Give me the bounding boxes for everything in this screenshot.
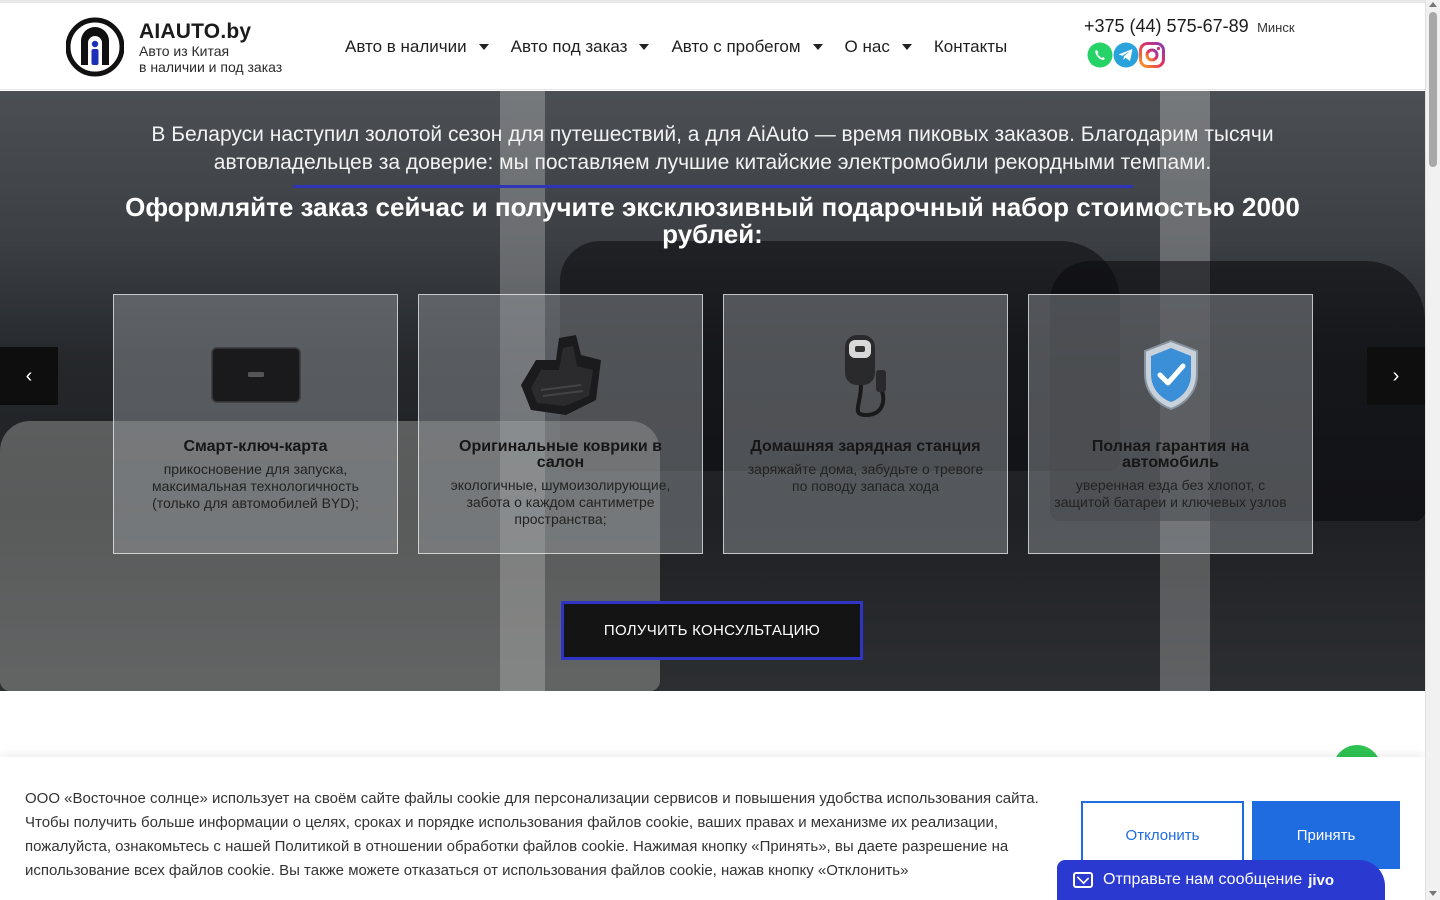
nav-item-label: О нас [844,37,890,56]
instagram-icon[interactable] [1138,41,1166,69]
telegram-icon[interactable] [1112,41,1140,69]
card-description: заряжайте дома, забудьте о тревоге по по… [747,461,984,494]
smart-key-card-icon [132,325,379,425]
nav-item-label: Авто с пробегом [671,37,801,56]
contact-phone[interactable]: +375 (44) 575-67-89 Минск [1084,16,1295,37]
hero-slider: В Беларуси наступил золотой сезон для пу… [0,91,1425,691]
nav-item-label: Авто в наличии [345,37,467,56]
site-header: AIAUTO.by Авто из Китая в наличии и под … [0,0,1425,90]
city-label: Минск [1257,20,1295,35]
chat-brand: jivo [1308,871,1335,889]
hero-heading: Оформляйте заказ сейчас и получите экскл… [125,192,1300,249]
gift-card-smart-key: Смарт-ключ-карта прикосновение для запус… [113,294,398,554]
card-title: Оригинальные коврики в салон [459,438,662,471]
chevron-down-icon[interactable] [639,44,650,50]
shield-check-icon [1047,325,1294,425]
card-title: Домашняя зарядная станция [750,438,981,455]
card-description: экологичные, шумоизолирующие, забота о к… [450,477,671,527]
nav-item-used[interactable]: Авто с пробегом [671,37,823,57]
gift-card-warranty: Полная гарантия на автомобиль уверенная … [1028,294,1313,554]
cookie-decline-button[interactable]: Отклонить [1081,801,1244,869]
gift-cards: Смарт-ключ-карта прикосновение для запус… [113,294,1333,554]
cookie-accept-button[interactable]: Принять [1252,801,1400,869]
hero-divider [293,185,1133,188]
nav-item-in-stock[interactable]: Авто в наличии [345,37,489,57]
chevron-down-icon[interactable] [478,44,489,50]
chevron-down-icon[interactable] [901,44,912,50]
social-links [1086,41,1166,69]
envelope-icon [1073,872,1093,888]
phone-number[interactable]: +375 (44) 575-67-89 [1084,16,1249,36]
nav-item-label: Авто под заказ [510,37,628,56]
scroll-up-icon[interactable] [1429,2,1437,7]
gift-card-home-charger: Домашняя зарядная станция заряжайте дома… [723,294,1008,554]
scroll-down-icon[interactable] [1429,891,1437,896]
chevron-right-icon: › [1392,364,1400,387]
slider-next-button[interactable]: › [1367,347,1425,405]
brand-block[interactable]: AIAUTO.by Авто из Китая в наличии и под … [139,21,282,74]
hero-intro-text: В Беларуси наступил золотой сезон для пу… [151,123,1274,174]
main-nav: Авто в наличии Авто под заказ Авто с про… [345,37,1029,57]
cookie-text: ООО «Восточное солнце» использует на сво… [25,790,1039,879]
chat-widget-button[interactable]: Отправьте нам сообщение jivo [1057,860,1385,900]
page-scrollbar[interactable] [1425,0,1440,900]
nav-item-to-order[interactable]: Авто под заказ [511,37,650,57]
floor-mats-icon [437,325,684,425]
gift-card-floor-mats: Оригинальные коврики в салон экологичные… [418,294,703,554]
card-description: прикосновение для запуска, максимальная … [152,461,359,511]
aiauto-logo-icon[interactable] [65,17,125,77]
card-title: Смарт-ключ-карта [183,438,328,455]
chevron-left-icon: ‹ [25,364,33,387]
chat-widget-label: Отправьте нам сообщение [1103,871,1303,888]
scrollbar-thumb[interactable] [1429,12,1437,167]
chevron-down-icon[interactable] [812,44,823,50]
home-charger-icon [742,325,989,425]
whatsapp-icon[interactable] [1086,41,1114,69]
nav-item-about[interactable]: О нас [845,37,912,57]
nav-item-contacts[interactable]: Контакты [934,37,1007,57]
slider-prev-button[interactable]: ‹ [0,347,58,405]
card-description: уверенная езда без хлопот, с защитой бат… [1054,477,1287,510]
nav-item-label: Контакты [933,37,1008,56]
brand-tagline-2: в наличии и под заказ [139,59,283,75]
brand-tagline-1: Авто из Китая [139,43,230,59]
consultation-button[interactable]: ПОЛУЧИТЬ КОНСУЛЬТАЦИЮ [561,601,863,660]
card-title: Полная гарантия на автомобиль [1091,438,1250,471]
brand-name: AIAUTO.by [139,20,252,43]
